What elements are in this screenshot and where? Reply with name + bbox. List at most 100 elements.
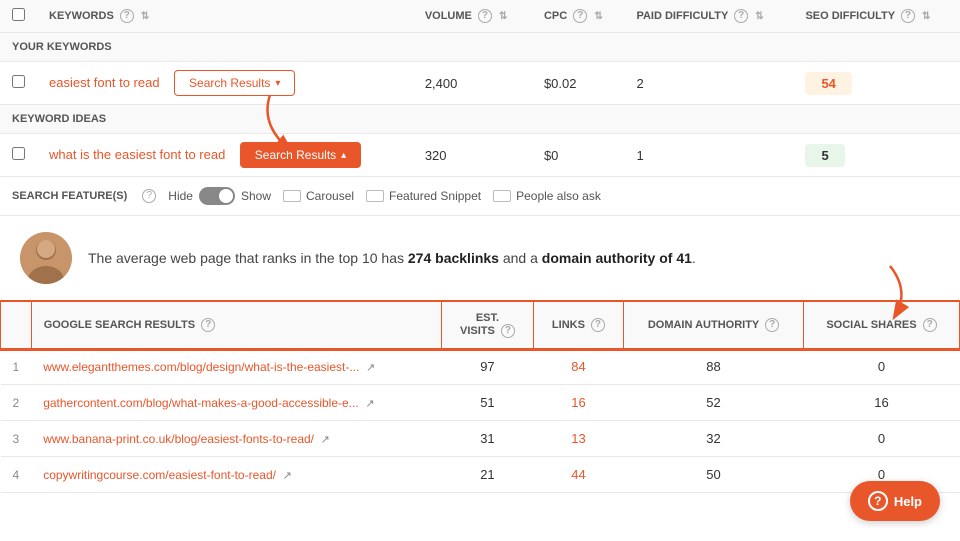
result-rank: 3: [1, 421, 32, 457]
row1-keyword-link[interactable]: easiest font to read: [49, 75, 160, 90]
paid-difficulty-header: PAID DIFFICULTY ? ⇅: [624, 0, 793, 33]
seo-info-icon[interactable]: ?: [901, 9, 915, 23]
est-visits-header: EST.VISITS ?: [441, 302, 533, 349]
keywords-sort-icon[interactable]: ⇅: [141, 11, 149, 22]
row2-seo-difficulty: 5: [793, 134, 960, 177]
cpc-header: CPC ? ⇅: [532, 0, 625, 33]
volume-sort-icon[interactable]: ⇅: [499, 11, 507, 22]
external-link-icon: ↗: [365, 398, 374, 410]
row1-volume: 2,400: [413, 62, 532, 105]
row1-seo-difficulty: 54: [793, 62, 960, 105]
cpc-info-icon[interactable]: ?: [573, 9, 587, 23]
result-est-visits: 21: [441, 457, 533, 493]
results-table-row: 3 www.banana-print.co.uk/blog/easiest-fo…: [1, 421, 960, 457]
volume-info-icon[interactable]: ?: [478, 9, 492, 23]
row2-paid-difficulty: 1: [624, 134, 793, 177]
row2-checkbox[interactable]: [12, 147, 25, 160]
row1-checkbox[interactable]: [12, 75, 25, 88]
result-url-link[interactable]: www.elegantthemes.com/blog/design/what-i…: [43, 360, 359, 374]
people-also-ask-feature-icon: [493, 190, 511, 202]
backlinks-value: 274 backlinks: [408, 250, 499, 266]
people-also-ask-label: People also ask: [516, 189, 601, 203]
search-features-info-icon[interactable]: ?: [142, 189, 156, 203]
result-social-shares: 0: [804, 349, 960, 385]
results-table-row: 1 www.elegantthemes.com/blog/design/what…: [1, 349, 960, 385]
result-url-cell: www.elegantthemes.com/blog/design/what-i…: [31, 349, 441, 385]
result-est-visits: 97: [441, 349, 533, 385]
row2-search-results-btn[interactable]: Search Results ▴: [240, 142, 361, 168]
paid-sort-icon[interactable]: ⇅: [755, 11, 763, 22]
links-info-icon[interactable]: ?: [591, 318, 605, 332]
search-features-bar: SEARCH FEATURE(S) ? Hide Show Carousel F…: [0, 177, 960, 216]
keywords-info-icon[interactable]: ?: [120, 9, 134, 23]
table-row: easiest font to read Search Results ▾ 2,…: [0, 62, 960, 105]
info-text: The average web page that ranks in the t…: [88, 248, 696, 269]
toggle-hide-label: Hide: [168, 189, 193, 203]
help-question-icon: ?: [868, 491, 888, 511]
ss-info-icon[interactable]: ?: [923, 318, 937, 332]
search-features-toggle: Hide Show: [168, 187, 271, 205]
row2-cpc: $0: [532, 134, 625, 177]
cpc-sort-icon[interactable]: ⇅: [594, 11, 602, 22]
keywords-header: KEYWORDS ? ⇅: [37, 0, 413, 33]
hide-show-toggle[interactable]: [199, 187, 235, 205]
result-url-cell: copywritingcourse.com/easiest-font-to-re…: [31, 457, 441, 493]
help-button[interactable]: ? Help: [850, 481, 940, 521]
result-url-link[interactable]: www.banana-print.co.uk/blog/easiest-font…: [43, 432, 314, 446]
links-header: LINKS ?: [533, 302, 623, 349]
row1-cpc: $0.02: [532, 62, 625, 105]
result-social-shares: 16: [804, 385, 960, 421]
avatar: [20, 232, 72, 284]
result-social-shares: 0: [804, 421, 960, 457]
your-keywords-section: YOUR KEYWORDS: [0, 33, 960, 62]
result-domain-authority: 52: [623, 385, 803, 421]
help-label: Help: [894, 494, 922, 509]
paid-info-icon[interactable]: ?: [734, 9, 748, 23]
search-feature-people-also-ask: People also ask: [493, 189, 601, 203]
result-est-visits: 31: [441, 421, 533, 457]
results-section: GOOGLE SEARCH RESULTS ? EST.VISITS ? LIN…: [0, 301, 960, 493]
search-features-label: SEARCH FEATURE(S): [12, 190, 127, 202]
results-table-row: 2 gathercontent.com/blog/what-makes-a-go…: [1, 385, 960, 421]
google-search-results-header: GOOGLE SEARCH RESULTS ?: [31, 302, 441, 349]
info-box: The average web page that ranks in the t…: [0, 216, 960, 301]
da-info-icon[interactable]: ?: [765, 318, 779, 332]
featured-snippet-label: Featured Snippet: [389, 189, 481, 203]
row2-volume: 320: [413, 134, 532, 177]
result-url-cell: gathercontent.com/blog/what-makes-a-good…: [31, 385, 441, 421]
result-url-link[interactable]: gathercontent.com/blog/what-makes-a-good…: [43, 396, 359, 410]
gsr-info-icon[interactable]: ?: [201, 318, 215, 332]
external-link-icon: ↗: [366, 362, 375, 374]
result-url-cell: www.banana-print.co.uk/blog/easiest-font…: [31, 421, 441, 457]
result-rank: 4: [1, 457, 32, 493]
carousel-feature-icon: [283, 190, 301, 202]
result-domain-authority: 32: [623, 421, 803, 457]
keyword-ideas-section: KEYWORD IDEAS: [0, 105, 960, 134]
result-rank: 1: [1, 349, 32, 385]
avatar-image: [20, 232, 72, 284]
result-links: 84: [533, 349, 623, 385]
result-links: 13: [533, 421, 623, 457]
row2-keyword-link[interactable]: what is the easiest font to read: [49, 147, 225, 162]
toggle-show-label: Show: [241, 189, 271, 203]
seo-difficulty-header: SEO DIFFICULTY ? ⇅: [793, 0, 960, 33]
result-domain-authority: 50: [623, 457, 803, 493]
social-shares-header: SOCIAL SHARES ?: [804, 302, 960, 349]
external-link-icon: ↗: [283, 470, 292, 482]
external-link-icon: ↗: [321, 434, 330, 446]
domain-authority-header: DOMAIN AUTHORITY ?: [623, 302, 803, 349]
table-row: what is the easiest font to read Search …: [0, 134, 960, 177]
result-links: 16: [533, 385, 623, 421]
select-all-checkbox[interactable]: [12, 8, 25, 21]
result-rank: 2: [1, 385, 32, 421]
featured-snippet-feature-icon: [366, 190, 384, 202]
result-domain-authority: 88: [623, 349, 803, 385]
results-table-row: 4 copywritingcourse.com/easiest-font-to-…: [1, 457, 960, 493]
result-url-link[interactable]: copywritingcourse.com/easiest-font-to-re…: [43, 468, 276, 482]
est-visits-info-icon[interactable]: ?: [501, 324, 515, 338]
row1-paid-difficulty: 2: [624, 62, 793, 105]
result-est-visits: 51: [441, 385, 533, 421]
seo-sort-icon[interactable]: ⇅: [922, 11, 930, 22]
row1-search-results-btn[interactable]: Search Results ▾: [174, 70, 295, 96]
volume-header: VOLUME ? ⇅: [413, 0, 532, 33]
